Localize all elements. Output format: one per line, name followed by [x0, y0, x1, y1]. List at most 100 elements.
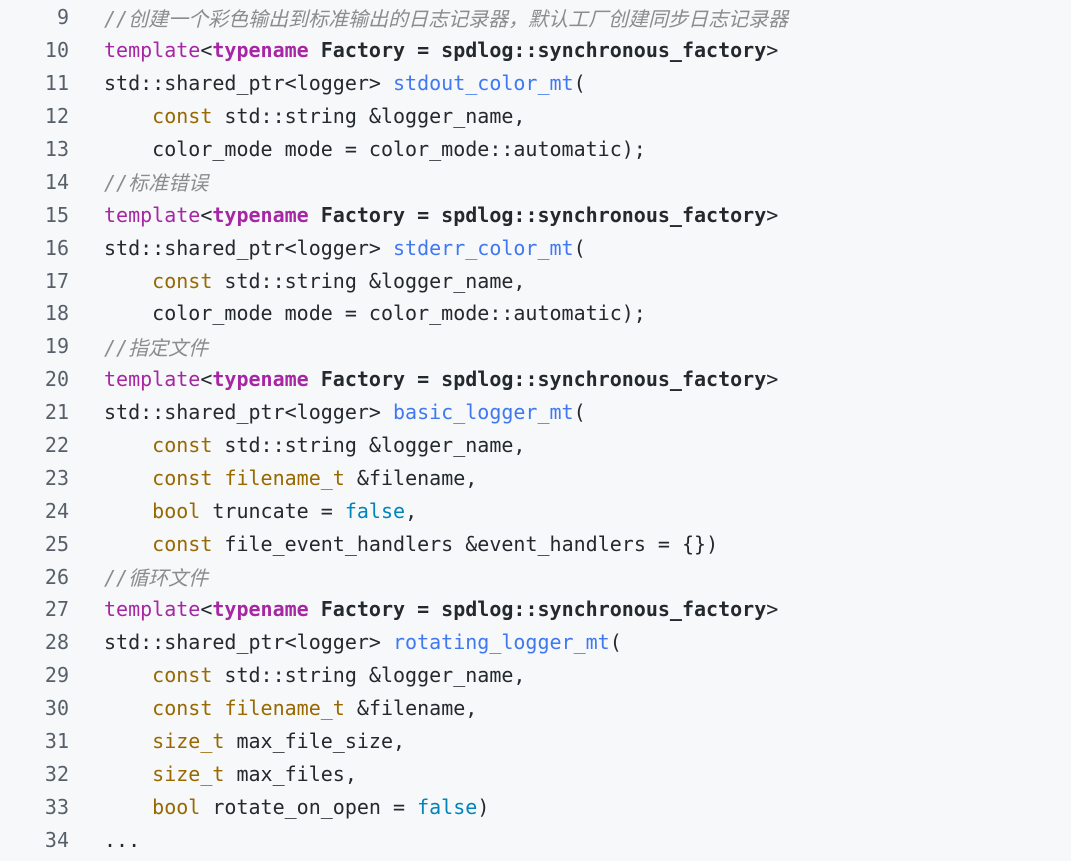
code-token-comment: //标准错误 — [104, 171, 209, 196]
code-token-plain: std::shared_ptr<logger> — [104, 71, 393, 96]
code-token-comment: //指定文件 — [104, 335, 209, 360]
code-text: const filename_t &filename, — [69, 466, 1071, 490]
code-line: 16 std::shared_ptr<logger> stderr_color_m… — [0, 231, 1071, 264]
code-token-kwb: typename — [212, 367, 309, 392]
code-token-plain: ( — [573, 235, 586, 260]
code-token-plain: , — [405, 498, 418, 523]
code-token-lit: false — [344, 498, 406, 523]
line-number: 22 — [44, 433, 69, 458]
code-line: 33 bool rotate_on_open = false) — [0, 790, 1071, 823]
code-token-plain: truncate = — [200, 498, 345, 523]
code-text: color_mode mode = color_mode::automatic)… — [69, 301, 1071, 325]
code-line: 25 const file_event_handlers &event_hand… — [0, 527, 1071, 560]
code-line: 31 size_t max_file_size, — [0, 725, 1071, 758]
code-token-type: filename_t — [224, 465, 345, 490]
code-token-kwb: typename — [212, 38, 309, 63]
code-line: 14 //标准错误 — [0, 165, 1071, 198]
code-line: 15 template<typename Factory = spdlog::sy… — [0, 198, 1071, 231]
code-token-plain: max_file_size, — [224, 729, 406, 754]
code-token-plain: std::string &logger_name, — [212, 268, 526, 293]
code-text: const filename_t &filename, — [69, 696, 1071, 720]
line-number: 18 — [44, 301, 69, 326]
code-token-kw: template — [104, 597, 201, 622]
code-token-type: size_t — [152, 729, 225, 754]
code-block: 9//创建一个彩色输出到标准输出的日志记录器，默认工厂创建同步日志记录器 10 te… — [0, 0, 1071, 861]
code-text: template<typename Factory = spdlog::sync… — [69, 38, 1071, 62]
code-token-kw: template — [104, 202, 201, 227]
code-token-type: const — [152, 531, 213, 556]
line-number: 26 — [44, 564, 69, 589]
code-text: const std::string &logger_name, — [69, 269, 1071, 293]
code-token-op: > — [766, 597, 779, 622]
line-number: 25 — [44, 531, 69, 556]
code-token-plain: std::string &logger_name, — [212, 433, 526, 458]
line-number: 20 — [44, 367, 69, 392]
line-number: 33 — [44, 794, 69, 819]
code-token-plain: &filename, — [344, 465, 478, 490]
code-text: bool truncate = false, — [69, 499, 1071, 523]
code-token-kw: template — [104, 38, 201, 63]
code-token-comment: //创建一个彩色输出到标准输出的日志记录器，默认工厂创建同步日志记录器 — [104, 6, 789, 31]
code-text: std::shared_ptr<logger> stderr_color_mt( — [69, 236, 1071, 260]
code-text: template<typename Factory = spdlog::sync… — [69, 367, 1071, 391]
code-token-op: < — [200, 367, 213, 392]
code-token-op: < — [200, 38, 213, 63]
line-number: 9 — [56, 5, 69, 30]
code-token-kw: template — [104, 367, 201, 392]
code-text: const file_event_handlers &event_handler… — [69, 532, 1071, 556]
code-text: const std::string &logger_name, — [69, 104, 1071, 128]
code-text: size_t max_file_size, — [69, 729, 1071, 753]
code-token-op: > — [766, 202, 779, 227]
line-number: 17 — [44, 268, 69, 293]
code-token-type: bool — [152, 498, 201, 523]
code-text: std::shared_ptr<logger> rotating_logger_… — [69, 630, 1071, 654]
code-text: const std::string &logger_name, — [69, 433, 1071, 457]
code-line: 9 //创建一个彩色输出到标准输出的日志记录器，默认工厂创建同步日志记录器 — [0, 1, 1071, 34]
line-number: 34 — [44, 827, 69, 852]
code-line: 23 const filename_t &filename, — [0, 461, 1071, 494]
code-token-op: < — [200, 597, 213, 622]
line-number: 32 — [44, 761, 69, 786]
code-token-bold: Factory = spdlog::synchronous_factory — [308, 367, 767, 392]
code-token-op: > — [766, 367, 779, 392]
code-text: std::shared_ptr<logger> basic_logger_mt( — [69, 400, 1071, 424]
code-line: 17 const std::string &logger_name, — [0, 264, 1071, 297]
code-token-fn: basic_logger_mt — [392, 400, 574, 425]
line-number: 12 — [44, 104, 69, 129]
code-text: //指定文件 — [69, 332, 1071, 361]
code-text: std::shared_ptr<logger> stdout_color_mt( — [69, 71, 1071, 95]
code-token-kwb: typename — [212, 597, 309, 622]
code-line: 10 template<typename Factory = spdlog::sy… — [0, 34, 1071, 67]
code-token-type: bool — [152, 794, 201, 819]
code-token-op: > — [766, 38, 779, 63]
code-line: 18 color_mode mode = color_mode::automat… — [0, 297, 1071, 330]
code-token-type: const — [152, 465, 213, 490]
line-number: 14 — [44, 169, 69, 194]
code-token-plain: std::string &logger_name, — [212, 663, 526, 688]
code-text: //循环文件 — [69, 562, 1071, 591]
code-token-fn: stdout_color_mt — [392, 71, 574, 96]
code-token-type: const — [152, 696, 213, 721]
code-token-type: const — [152, 268, 213, 293]
code-line: 32 size_t max_files, — [0, 757, 1071, 790]
code-token-type: const — [152, 433, 213, 458]
code-token-bold: Factory = spdlog::synchronous_factory — [308, 38, 767, 63]
line-number: 10 — [44, 38, 69, 63]
code-token-fn: stderr_color_mt — [392, 235, 574, 260]
code-line: 26 //循环文件 — [0, 560, 1071, 593]
code-token-plain: color_mode mode = color_mode::automatic)… — [104, 137, 646, 161]
code-token-plain: std::shared_ptr<logger> — [104, 400, 393, 425]
code-token-op: < — [200, 202, 213, 227]
line-number: 11 — [44, 71, 69, 96]
line-number: 15 — [44, 202, 69, 227]
code-token-type: const — [152, 663, 213, 688]
code-token-type: filename_t — [224, 696, 345, 721]
code-line: 30 const filename_t &filename, — [0, 692, 1071, 725]
